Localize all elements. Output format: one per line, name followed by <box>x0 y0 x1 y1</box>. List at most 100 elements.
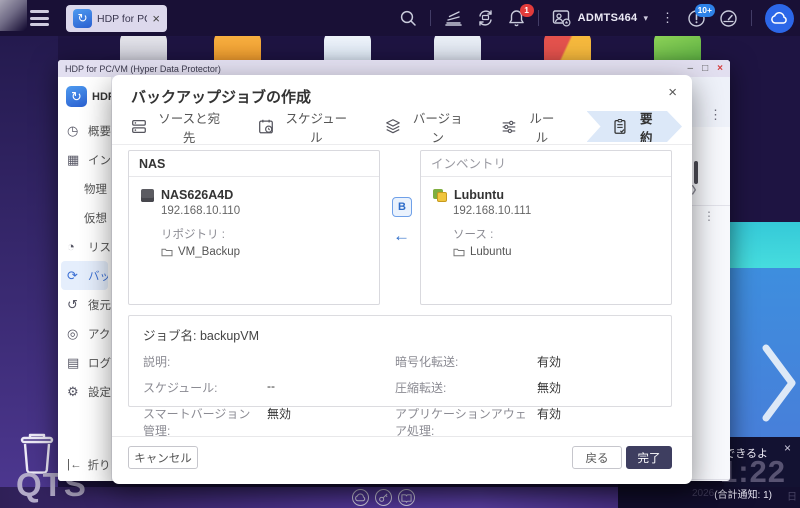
wallpaper-cyan-band <box>724 222 800 268</box>
sidebar-item-logs[interactable]: ▤ログ <box>58 348 111 377</box>
repository-folder: VM_Backup <box>161 246 369 258</box>
clock-icon: ◔ <box>67 239 81 254</box>
folder-icon <box>453 247 465 257</box>
summary-label: 圧縮転送: <box>395 379 537 396</box>
resource-monitor-gauge-icon[interactable] <box>719 9 738 28</box>
schedule-icon <box>257 117 275 136</box>
collapse-icon: |← <box>67 459 82 471</box>
tab-label: HDP for PC/... <box>97 13 147 25</box>
window-title: HDP for PC/VM (Hyper Data Protector) <box>65 64 688 74</box>
summary-value: -- <box>267 379 395 393</box>
inventory-icon: ▦ <box>67 152 81 168</box>
nas-list-item[interactable]: NAS626A4D 192.168.10.110 リポジトリ : VM_Back… <box>129 177 379 258</box>
folder-icon <box>161 247 173 257</box>
cancel-button[interactable]: キャンセル <box>128 446 198 469</box>
external-device-sync-icon[interactable] <box>476 9 495 27</box>
summary-value: 有効 <box>537 353 657 370</box>
summary-clipboard-icon <box>611 117 629 136</box>
background-tasks-icon[interactable] <box>444 10 463 27</box>
main-menu-icon[interactable] <box>30 10 49 26</box>
username: ADMTS464 <box>578 12 638 24</box>
log-icon: ▤ <box>67 355 81 371</box>
tab-close-icon[interactable]: × <box>152 13 160 25</box>
source-folder: Lubuntu <box>453 246 661 258</box>
clock-date-fragment: 日 <box>787 488 797 503</box>
nas-panel: NAS NAS626A4D 192.168.10.110 リポジトリ : VM_… <box>128 150 380 305</box>
summary-label: アプリケーションアウェア処理: <box>395 405 537 439</box>
help-book-icon[interactable] <box>398 489 415 506</box>
finish-button[interactable]: 完了 <box>626 446 672 469</box>
step-source-destination[interactable]: ソースと宛先 <box>130 111 257 142</box>
summary-label: 暗号化転送: <box>395 353 537 370</box>
step-version[interactable]: バージョン <box>384 111 500 142</box>
sidebar-item-settings[interactable]: ⚙設定 <box>58 377 111 406</box>
toast-close-icon[interactable]: × <box>784 441 791 455</box>
step-schedule[interactable]: スケジュール <box>257 111 384 142</box>
nas-ip: 192.168.10.110 <box>161 205 369 217</box>
window-maximize-icon[interactable]: □ <box>702 64 708 74</box>
hypervisor-icon <box>433 189 447 202</box>
topbar-divider <box>430 10 431 26</box>
source-label: ソース : <box>453 226 661 242</box>
sidebar-item-restore[interactable]: ↺復元 <box>58 290 111 319</box>
inventory-panel-header: インベントリ <box>421 151 671 177</box>
nas-panel-header: NAS <box>129 151 379 177</box>
notifications-bell-icon[interactable]: 1 <box>508 9 525 27</box>
summary-label: スマートバージョン管理: <box>143 405 267 439</box>
source-destination-icon <box>130 117 148 136</box>
sidebar-item-physical[interactable]: 物理 <box>58 174 111 203</box>
notification-total: (合計通知: 1) <box>714 486 772 501</box>
myqnapcloud-icon[interactable] <box>352 489 369 506</box>
sidebar-item-activity[interactable]: ◎アクティビティ <box>58 319 111 348</box>
inventory-list-item[interactable]: Lubuntu 192.168.10.111 ソース : Lubuntu <box>421 177 671 258</box>
system-info-icon[interactable]: 10+ <box>687 9 706 28</box>
app-sidebar: ↻ HDP for PC/VM ◷概要 ▦インベントリ 物理 仮想 ◔リストア … <box>58 77 112 481</box>
backup-sync-icon: ⟳ <box>67 268 81 284</box>
sidebar-item-inventory[interactable]: ▦インベントリ <box>58 145 111 174</box>
summary-value: 無効 <box>267 405 395 422</box>
info-count-badge: 10+ <box>695 4 715 17</box>
sidebar-item-backup[interactable]: ⟳バックアップ <box>61 261 108 290</box>
create-backup-job-dialog: バックアップジョブの作成 × ソースと宛先 スケジュール バージョン ルール 要… <box>112 75 692 484</box>
hdp-app-logo-icon: ↻ <box>66 86 87 107</box>
app-name: HDP for PC/VM <box>92 91 112 103</box>
back-button[interactable]: 戻る <box>572 446 622 469</box>
more-options-dots-icon[interactable]: ⋮ <box>661 12 674 24</box>
wallpaper-corner <box>0 0 27 31</box>
backup-direction-badge: B <box>392 197 412 217</box>
content-divider <box>692 205 730 206</box>
next-desktop-page-chevron-icon[interactable] <box>758 340 800 426</box>
activity-icon: ◎ <box>67 326 81 342</box>
user-menu[interactable]: ADMTS464 ▾ <box>552 9 648 27</box>
gear-icon: ⚙ <box>67 384 81 400</box>
inventory-panel: インベントリ Lubuntu 192.168.10.111 ソース : Lubu… <box>420 150 672 305</box>
summary-value: 有効 <box>537 405 657 422</box>
step-rules[interactable]: ルール <box>500 111 592 142</box>
window-close-icon[interactable]: × <box>717 64 723 74</box>
window-minimize-icon[interactable]: – <box>688 64 694 74</box>
dialog-title: バックアップジョブの作成 <box>131 86 311 107</box>
sidebar-collapse-button[interactable]: |←折りたたむ <box>67 457 111 473</box>
dialog-close-icon[interactable]: × <box>668 84 677 101</box>
qts-desktop-screen: QTS 1:22 できるよ × 2026 (合計通知: 1) 日 HDP for… <box>0 0 800 508</box>
sidebar-item-virtual[interactable]: 仮想 <box>58 203 111 232</box>
wizard-steps: ソースと宛先 スケジュール バージョン ルール 要約 <box>130 111 682 142</box>
rules-sliders-icon <box>500 117 518 136</box>
notification-count-badge: 1 <box>520 4 534 17</box>
content-menu-dots-icon[interactable]: ⋮ <box>703 210 715 222</box>
inventory-ip: 192.168.10.111 <box>453 205 661 217</box>
sidebar-item-overview[interactable]: ◷概要 <box>58 116 111 145</box>
myqnapcloud-button[interactable] <box>765 4 794 33</box>
app-menu-dots-icon[interactable]: ⋮ <box>709 109 722 121</box>
taskbar-tab-hdp[interactable]: ↻ HDP for PC/... × <box>66 5 167 32</box>
search-icon[interactable] <box>399 9 417 27</box>
dialog-footer: キャンセル 戻る 完了 <box>112 436 692 484</box>
step-summary[interactable]: 要約 <box>587 111 682 142</box>
utilities-key-icon[interactable] <box>375 489 392 506</box>
hdp-app-logo-icon: ↻ <box>73 9 92 28</box>
summary-value: 無効 <box>537 379 657 396</box>
sidebar-item-restore-point[interactable]: ◔リストア <box>58 232 111 261</box>
nas-device-icon <box>141 189 154 202</box>
job-name: ジョブ名: backupVM <box>143 325 657 344</box>
restore-icon: ↺ <box>67 297 81 313</box>
